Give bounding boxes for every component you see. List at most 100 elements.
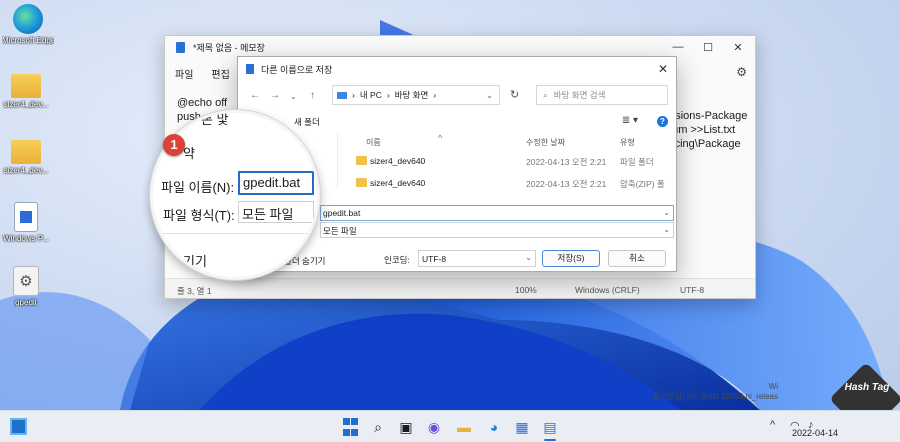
back-arrow-icon[interactable]: ← — [250, 90, 260, 101]
desktop-icon-label: gpedit — [15, 298, 37, 307]
file-type: 압축(ZIP) 폴 — [620, 179, 665, 189]
pc-icon — [337, 91, 347, 99]
dialog-app-icon — [246, 64, 254, 74]
file-row[interactable]: sizer4_dev640 2022-04-13 오전 2:21 파일 폴더 — [342, 153, 676, 169]
refresh-icon[interactable]: ↻ — [510, 88, 519, 101]
file-explorer-icon[interactable]: ▬ — [454, 417, 474, 437]
encoding-select[interactable]: UTF-8 ⌄ — [418, 250, 536, 267]
view-options-icon[interactable]: ≣ ▾ — [622, 115, 638, 126]
column-header-modified[interactable]: 수정한 날짜 — [526, 137, 565, 148]
breadcrumb-desktop[interactable]: 바탕 화면 — [395, 89, 429, 101]
desktop-icon-label: Windows P... — [3, 234, 49, 243]
help-icon[interactable]: ? — [657, 116, 668, 127]
widgets-icon[interactable] — [10, 418, 27, 435]
file-modified: 2022-04-13 오전 2:21 — [526, 157, 607, 167]
edge-icon — [13, 4, 43, 34]
file-name: sizer4_dev640 — [370, 178, 426, 188]
search-icon[interactable]: ⌕ — [368, 417, 388, 437]
breadcrumb-separator: › — [433, 90, 437, 100]
recent-chevron-down-icon[interactable]: ⌄ — [290, 92, 297, 101]
menu-file[interactable]: 파일 — [175, 66, 193, 81]
watermark-line: 평가본입니다. Build 22593.ni_releas — [652, 392, 778, 401]
file-list: 이름 수정한 날짜 유형 sizer4_dev640 2022-04-13 오전… — [342, 133, 676, 189]
address-bar[interactable]: › 내 PC › 바탕 화면 › ⌄ — [332, 85, 500, 105]
dialog-titlebar[interactable]: 다른 이름으로 저장 — [238, 57, 676, 81]
edge-taskbar-icon[interactable]: ◕ — [484, 417, 504, 437]
magnified-filename-input: gpedit.bat — [238, 171, 314, 195]
taskbar: ⌕ ▣ ◉ ▬ ◕ ▦ ▤ ^ ◠ ♪ 2022-04-14 — [0, 410, 900, 442]
status-bar: 줄 3, 열 1 100% Windows (CRLF) UTF-8 — [165, 278, 755, 298]
search-icon: ⌕ — [543, 89, 548, 100]
dialog-close-icon[interactable]: ✕ — [658, 62, 668, 76]
zip-folder-icon — [11, 140, 41, 164]
notepad-title: *제목 없음 - 메모장 — [193, 42, 265, 53]
desktop-icon-label: sizer4_dev... — [3, 166, 49, 175]
chat-icon[interactable]: ◉ — [424, 417, 444, 437]
status-zoom: 100% — [515, 285, 537, 295]
batch-file-gear-icon: ⚙ — [13, 266, 39, 296]
magnified-filename-label: 파일 이름(N): — [161, 180, 235, 195]
magnified-menu-fragment: 본 맟 — [201, 112, 229, 127]
folder-icon — [11, 74, 41, 98]
magnified-divider — [153, 233, 317, 234]
desktop-icon-label: sizer4_dev... — [3, 100, 49, 109]
installer-file-icon — [14, 202, 38, 232]
filetype-value: 모든 파일 — [323, 226, 357, 236]
filetype-chevron-down-icon: ⌄ — [663, 225, 670, 234]
desktop-icon-gpedit[interactable]: ⚙ gpedit — [0, 266, 52, 307]
status-position: 줄 3, 열 1 — [177, 286, 212, 296]
address-chevron-down-icon[interactable]: ⌄ — [486, 90, 493, 101]
filename-chevron-down-icon[interactable]: ⌄ — [663, 208, 670, 217]
file-row[interactable]: sizer4_dev640 2022-04-13 오전 2:21 압축(ZIP)… — [342, 175, 676, 189]
settings-gear-icon[interactable]: ⚙ — [736, 65, 747, 79]
active-app-indicator — [544, 439, 556, 441]
text-line: @echo off — [177, 97, 228, 109]
menu-edit[interactable]: 편집 — [211, 66, 229, 81]
up-arrow-icon[interactable]: ↑ — [310, 90, 315, 101]
taskbar-date[interactable]: 2022-04-14 — [792, 428, 838, 438]
magnified-filetype-select: 모든 파일 — [238, 201, 314, 223]
save-button[interactable]: 저장(S) — [542, 250, 600, 267]
evaluation-watermark: Wi 평가본입니다. Build 22593.ni_releas — [652, 382, 778, 402]
desktop-icon-edge[interactable]: Microsoft Edge — [2, 4, 54, 45]
breadcrumb-pc[interactable]: 내 PC — [360, 89, 382, 101]
minimize-button[interactable]: — — [663, 36, 693, 58]
desktop-icon-folder-2[interactable]: sizer4_dev... — [0, 136, 52, 175]
status-encoding: UTF-8 — [680, 285, 705, 295]
close-button[interactable]: ✕ — [723, 36, 753, 58]
search-placeholder: 바탕 화면 검색 — [553, 90, 606, 100]
desktop-icon-installer[interactable]: Windows P... — [0, 202, 52, 243]
forward-arrow-icon[interactable]: → — [270, 90, 280, 101]
cancel-button[interactable]: 취소 — [608, 250, 666, 267]
breadcrumb-separator: › — [386, 90, 390, 100]
filename-input[interactable]: gpedit.bat — [320, 205, 674, 221]
encoding-label: 인코딩: — [384, 255, 410, 265]
tray-chevron-icon[interactable]: ^ — [770, 419, 775, 431]
filetype-select[interactable]: 모든 파일 ⌄ — [320, 222, 674, 238]
dialog-title: 다른 이름으로 저장 — [261, 64, 333, 75]
file-modified: 2022-04-13 오전 2:21 — [526, 179, 607, 189]
watermark-line: Wi — [768, 382, 778, 391]
encoding-chevron-down-icon: ⌄ — [525, 253, 532, 262]
file-type: 파일 폴더 — [620, 157, 654, 167]
task-view-icon[interactable]: ▣ — [396, 417, 416, 437]
breadcrumb-separator: › — [352, 90, 355, 100]
store-icon[interactable]: ▦ — [512, 417, 532, 437]
zip-folder-icon — [356, 178, 367, 187]
column-header-name[interactable]: 이름 — [366, 137, 381, 148]
search-input[interactable]: ⌕ 바탕 화면 검색 — [536, 85, 668, 105]
magnified-bottom-fragment: 기기 — [183, 254, 207, 269]
start-windows-icon[interactable] — [340, 417, 360, 437]
encoding-value: UTF-8 — [422, 254, 447, 264]
status-line-ending: Windows (CRLF) — [575, 285, 640, 295]
notepad-menubar: 파일 편집 — [175, 66, 230, 81]
notepad-taskbar-icon[interactable]: ▤ — [540, 417, 560, 437]
folder-icon — [356, 156, 367, 165]
column-header-type[interactable]: 유형 — [620, 137, 635, 148]
desktop-icon-folder-1[interactable]: sizer4_dev... — [0, 70, 52, 109]
desktop-icon-label: Microsoft Edge — [2, 36, 54, 45]
hashtag-logo-text: Hash Tag — [844, 382, 890, 393]
maximize-button[interactable]: ☐ — [693, 36, 723, 58]
notepad-app-icon — [176, 41, 185, 53]
file-name: sizer4_dev640 — [370, 156, 426, 166]
